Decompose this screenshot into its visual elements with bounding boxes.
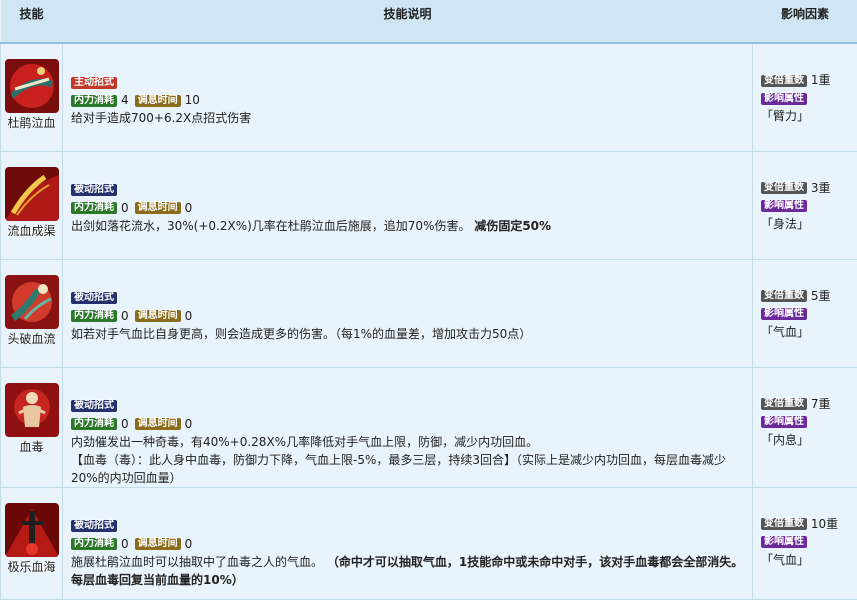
attribute-value: 「身法」 (761, 217, 809, 231)
cooldown-badge: 调息时间 (135, 538, 181, 550)
table-row: 杜鹃泣血 主动招式 内力消耗 4 调息时间 10 给对手造成700+6.2X点招式伤害… (1, 43, 857, 151)
skill-icon-jile[interactable] (5, 503, 59, 557)
skill-effect-text: 出剑如落花流水，30%(+0.2X%)几率在杜鹃泣血后施展，追加70%伤害。 (71, 219, 470, 233)
attribute-value: 「气血」 (761, 553, 809, 567)
skill-icon-xuedu[interactable] (5, 383, 59, 437)
neili-value: 0 (121, 309, 129, 323)
skill-factors: 变倍重数 1重 影响属性 「臂力」 (753, 43, 857, 151)
skill-effect-text: 施展杜鹃泣血时可以抽取中了血毒之人的气血。 (71, 555, 323, 569)
skill-description: 被动招式 内力消耗 0 调息时间 0 出剑如落花流水，30%(+0.2X%)几率在杜鹃… (63, 151, 753, 259)
cooldown-value: 0 (185, 537, 193, 551)
attribute-value: 「内息」 (761, 433, 809, 447)
multiplier-badge: 变倍重数 (761, 75, 807, 87)
attribute-badge: 影响属性 (761, 536, 807, 548)
attribute-value: 「臂力」 (761, 109, 809, 123)
skill-name: 血毒 (1, 438, 62, 455)
header-skill: 技能 (1, 0, 63, 43)
skill-description: 被动招式 内力消耗0调息时间0 施展杜鹃泣血时可以抽取中了血毒之人的气血。 （命… (63, 487, 753, 599)
cooldown-value: 0 (185, 201, 193, 215)
skill-description: 主动招式 内力消耗 4 调息时间 10 给对手造成700+6.2X点招式伤害 (63, 43, 753, 151)
neili-badge: 内力消耗 (71, 95, 117, 107)
table-row: 头破血流 被动招式 内力消耗 0 调息时间 0 如若对手气血比自身更高，则会造成更多的… (1, 259, 857, 367)
multiplier-badge: 变倍重数 (761, 398, 807, 410)
multiplier-badge: 变倍重数 (761, 182, 807, 194)
skill-factors: 变倍重数 3重 影响属性 「身法」 (753, 151, 857, 259)
cooldown-badge: 调息时间 (135, 95, 181, 107)
cooldown-badge: 调息时间 (135, 418, 181, 430)
multiplier-value: 7重 (811, 397, 831, 411)
multiplier-value: 10重 (811, 517, 838, 531)
table-row: 极乐血海 被动招式 内力消耗 0 调息时间 0 施展杜鹃泣血时可以抽取中了血毒之人的气… (1, 487, 857, 599)
skill-icon-cell: 极乐血海 (1, 487, 63, 599)
cooldown-value: 10 (185, 93, 200, 107)
multiplier-value: 5重 (811, 289, 831, 303)
skill-name: 流血成渠 (1, 222, 62, 239)
skill-factors: 变倍重数 5重 影响属性 「气血」 (753, 259, 857, 367)
skill-name: 杜鹃泣血 (1, 114, 62, 131)
multiplier-badge: 变倍重数 (761, 518, 807, 530)
multiplier-value: 3重 (811, 181, 831, 195)
skill-effect-text: 给对手造成700+6.2X点招式伤害 (71, 109, 746, 127)
cooldown-badge: 调息时间 (135, 202, 181, 214)
attribute-value: 「气血」 (761, 325, 809, 339)
skill-effect-detail: 【血毒（毒）：此人身中血毒，防御力下降，气血上限-5%，最多三层，持续3回合】（… (71, 451, 746, 487)
attribute-badge: 影响属性 (761, 200, 807, 212)
skill-icon-cell: 流血成渠 (1, 151, 63, 259)
skill-description: 被动招式 内力消耗 0 调息时间 0 内劲催发出一种奇毒，有40%+0.28X%几率降… (63, 367, 753, 487)
skill-name: 极乐血海 (1, 558, 62, 575)
neili-value: 0 (121, 537, 129, 551)
neili-badge: 内力消耗 (71, 538, 117, 550)
neili-value: 0 (121, 417, 129, 431)
skill-description: 被动招式 内力消耗 0 调息时间 0 如若对手气血比自身更高，则会造成更多的伤害。（每… (63, 259, 753, 367)
skill-type-badge: 被动招式 (71, 292, 117, 304)
skill-type-badge: 主动招式 (71, 77, 117, 89)
neili-value: 0 (121, 201, 129, 215)
table-row: 流血成渠 被动招式 内力消耗 0 调息时间 0 出剑如落花流水，30%(+0.2X%)… (1, 151, 857, 259)
header-factors: 影响因素 (753, 0, 857, 43)
multiplier-value: 1重 (811, 73, 831, 87)
skill-icon-cell: 杜鹃泣血 (1, 43, 63, 151)
neili-badge: 内力消耗 (71, 310, 117, 322)
skill-icon-cell: 头破血流 (1, 259, 63, 367)
skill-effect-text: 如若对手气血比自身更高，则会造成更多的伤害。（每1%的血量差，增加攻击力50点） (71, 325, 746, 343)
skill-factors: 变倍重数 7重 影响属性 「内息」 (753, 367, 857, 487)
cooldown-badge: 调息时间 (135, 310, 181, 322)
table-row: 血毒 被动招式 内力消耗 0 调息时间 0 内劲催发出一种奇毒，有40%+0.28X%… (1, 367, 857, 487)
attribute-badge: 影响属性 (761, 416, 807, 428)
attribute-badge: 影响属性 (761, 308, 807, 320)
attribute-badge: 影响属性 (761, 93, 807, 105)
skill-type-badge: 被动招式 (71, 184, 117, 196)
neili-value: 4 (121, 93, 129, 107)
skill-icon-cell: 血毒 (1, 367, 63, 487)
header-description: 技能说明 (63, 0, 753, 43)
skill-icon-dujuan[interactable] (5, 59, 59, 113)
skills-table: 技能 技能说明 影响因素 杜鹃泣血 (0, 0, 857, 600)
skill-factors: 变倍重数 10重 影响属性 「气血」 (753, 487, 857, 599)
skill-effect-note: 减伤固定50% (474, 219, 551, 233)
skill-effect-text: 内劲催发出一种奇毒，有40%+0.28X%几率降低对手气血上限，防御，减少内功回… (71, 433, 746, 451)
neili-badge: 内力消耗 (71, 202, 117, 214)
skill-name: 头破血流 (1, 330, 62, 347)
cooldown-value: 0 (185, 309, 193, 323)
cooldown-value: 0 (185, 417, 193, 431)
skill-type-badge: 被动招式 (71, 520, 117, 532)
neili-badge: 内力消耗 (71, 418, 117, 430)
multiplier-badge: 变倍重数 (761, 290, 807, 302)
skill-type-badge: 被动招式 (71, 400, 117, 412)
table-header-row: 技能 技能说明 影响因素 (1, 0, 857, 43)
skill-icon-liuxue[interactable] (5, 167, 59, 221)
skill-icon-toupo[interactable] (5, 275, 59, 329)
